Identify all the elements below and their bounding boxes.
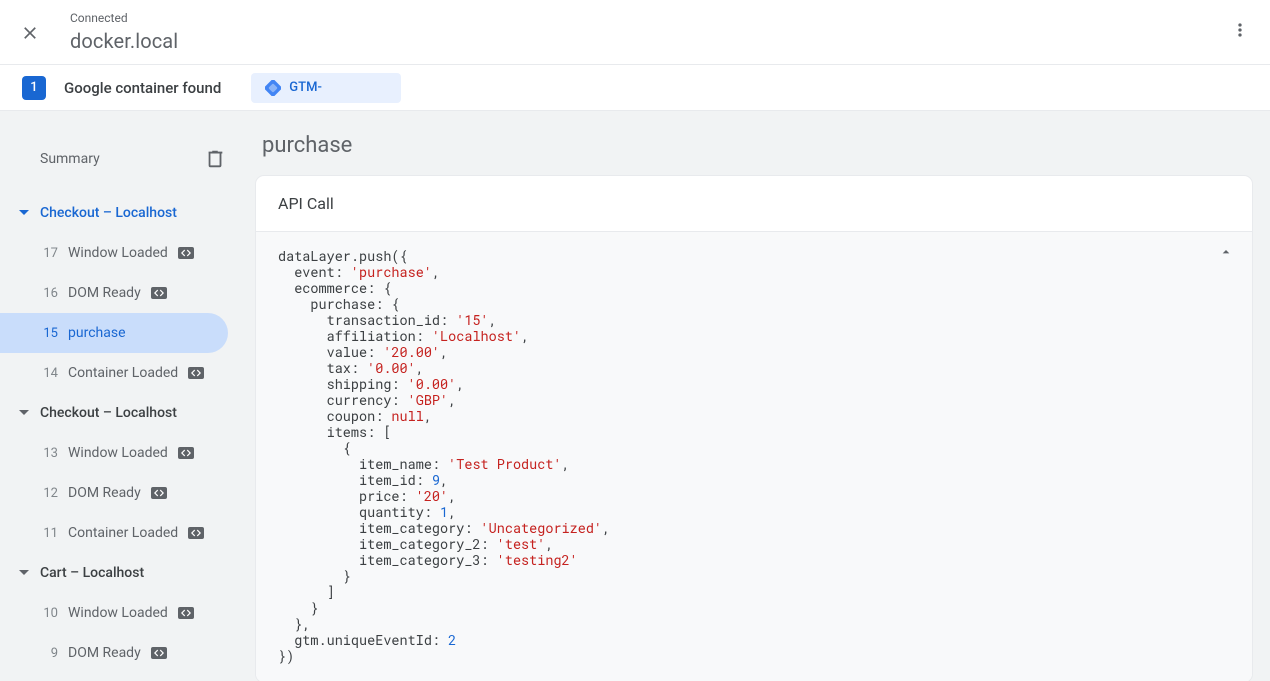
close-icon[interactable] [18,21,42,45]
api-call-card: API Call dataLayer.push({ event: 'purcha… [256,176,1252,681]
code-icon [188,527,204,539]
collapse-icon[interactable] [1218,244,1234,264]
code-icon [188,367,204,379]
event-index: 17 [40,246,58,261]
sidebar-event-item[interactable]: 16 DOM Ready [0,273,228,313]
code-icon [178,607,194,619]
sidebar-event-item[interactable]: 12 DOM Ready [0,473,228,513]
main-area: purchase API Call dataLayer.push({ event… [240,111,1270,681]
event-index: 14 [40,366,58,381]
connection-info: Connected docker.local [70,10,178,54]
event-name: DOM Ready [68,285,141,301]
code-icon [151,647,167,659]
summary-label: Summary [40,151,100,167]
sidebar: Summary Checkout – Localhost 17 Window Loa… [0,111,240,681]
code-icon [178,447,194,459]
sidebar-event-item[interactable]: 9 DOM Ready [0,633,228,673]
container-count-badge: 1 [22,76,46,100]
sidebar-event-item[interactable]: 15 purchase [0,313,228,353]
sidebar-event-item[interactable]: 13 Window Loaded [0,433,228,473]
chevron-down-icon [14,208,34,218]
chevron-down-icon [14,408,34,418]
event-name: purchase [68,325,126,341]
body-area: Summary Checkout – Localhost 17 Window Loa… [0,111,1270,681]
page-title: purchase [262,133,1252,158]
event-name: Window Loaded [68,605,168,621]
code-icon [151,287,167,299]
sidebar-event-item[interactable]: 10 Window Loaded [0,593,228,633]
top-bar: Connected docker.local [0,0,1270,65]
connection-host: docker.local [70,28,178,54]
sidebar-group-header[interactable]: Cart – Localhost [0,553,240,593]
gtm-logo-icon [265,80,281,96]
containers-found-bar: 1 Google container found GTM- [0,65,1270,111]
gtm-container-chip[interactable]: GTM- [251,73,401,103]
event-index: 15 [40,326,58,341]
event-index: 10 [40,606,58,621]
event-index: 11 [40,526,58,541]
code-icon [178,247,194,259]
summary-item[interactable]: Summary [0,139,240,179]
sidebar-group-header[interactable]: Checkout – Localhost [0,193,240,233]
sidebar-event-item[interactable]: 8Container Loaded [0,673,228,681]
api-call-code: dataLayer.push({ event: 'purchase', ecom… [256,232,1252,681]
code-icon [151,487,167,499]
clear-events-icon[interactable] [204,148,226,170]
chevron-down-icon [14,568,34,578]
event-name: DOM Ready [68,645,141,661]
api-call-code-panel: dataLayer.push({ event: 'purchase', ecom… [256,232,1252,681]
sidebar-event-item[interactable]: 11 Container Loaded [0,513,228,553]
event-name: Window Loaded [68,245,168,261]
more-menu-icon[interactable] [1230,20,1250,44]
event-index: 9 [40,646,58,661]
sidebar-event-item[interactable]: 17 Window Loaded [0,233,228,273]
connection-status-label: Connected [70,10,178,26]
gtm-container-id: GTM- [289,80,322,95]
sidebar-group-name: Checkout – Localhost [40,405,177,421]
event-name: Container Loaded [68,365,178,381]
event-index: 13 [40,446,58,461]
sidebar-group-name: Cart – Localhost [40,565,144,581]
event-index: 16 [40,286,58,301]
sidebar-group-name: Checkout – Localhost [40,205,177,221]
api-call-card-title: API Call [256,176,1252,232]
sidebar-event-item[interactable]: 14 Container Loaded [0,353,228,393]
event-name: Window Loaded [68,445,168,461]
containers-found-text: Google container found [64,79,221,97]
sidebar-group-header[interactable]: Checkout – Localhost [0,393,240,433]
event-index: 12 [40,486,58,501]
event-name: DOM Ready [68,485,141,501]
event-name: Container Loaded [68,525,178,541]
